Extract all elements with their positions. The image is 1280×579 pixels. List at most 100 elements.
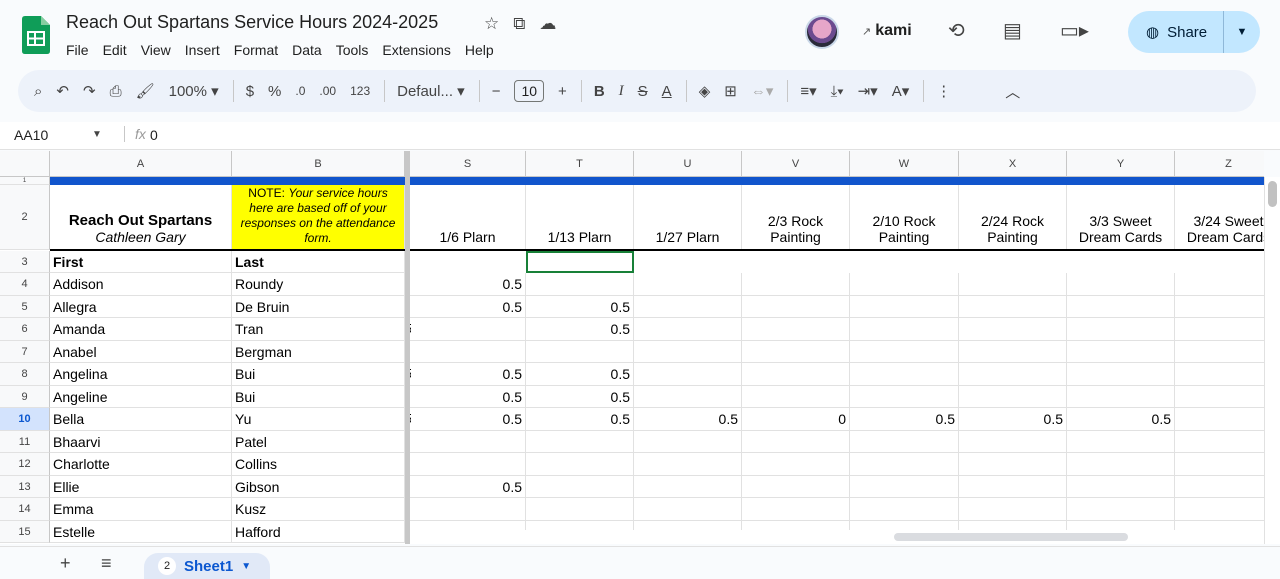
last-name-cell[interactable]: Patel xyxy=(232,430,405,453)
event-header-y[interactable]: 3/3 Sweet Dream Cards xyxy=(1067,185,1175,250)
hours-cell[interactable]: 0.5 xyxy=(410,363,526,386)
column-header-w[interactable]: W xyxy=(850,151,959,177)
hours-cell[interactable] xyxy=(1067,273,1175,296)
hours-cell[interactable] xyxy=(1175,408,1264,431)
last-name-cell[interactable]: Gibson xyxy=(232,475,405,498)
column-header-a[interactable]: A xyxy=(50,151,232,177)
row-header-11[interactable]: 11 xyxy=(0,430,50,453)
row-header-2[interactable]: 2 xyxy=(0,185,50,250)
hours-cell[interactable] xyxy=(742,453,850,476)
vertical-scrollbar[interactable] xyxy=(1264,177,1280,544)
first-name-cell[interactable]: Bhaarvi xyxy=(50,430,232,453)
hours-cell[interactable] xyxy=(1175,453,1264,476)
merge-cells-icon[interactable]: ⇔▾ xyxy=(751,82,774,100)
hours-cell[interactable] xyxy=(742,475,850,498)
select-all-corner[interactable] xyxy=(0,151,50,177)
horizontal-scrollbar[interactable] xyxy=(410,530,1264,544)
hours-cell[interactable] xyxy=(742,430,850,453)
add-sheet-button[interactable]: + xyxy=(60,553,71,574)
hours-cell[interactable] xyxy=(634,430,742,453)
row-header-10[interactable]: 10 xyxy=(0,408,50,431)
club-title-cell[interactable]: Reach Out Spartans Cathleen Gary xyxy=(50,185,232,250)
meet-icon[interactable]: ▭▸ xyxy=(1060,18,1089,43)
currency-format-button[interactable]: $ xyxy=(246,83,254,100)
row-header-7[interactable]: 7 xyxy=(0,340,50,363)
hours-cell[interactable] xyxy=(410,498,526,521)
increase-decimal-button[interactable]: .00 xyxy=(319,84,336,98)
menu-help[interactable]: Help xyxy=(465,40,494,60)
all-sheets-button[interactable]: ≡ xyxy=(101,553,112,574)
name-box[interactable]: AA10 xyxy=(14,127,48,143)
hours-cell[interactable] xyxy=(959,318,1067,341)
first-name-cell[interactable]: Bella xyxy=(50,408,232,431)
hours-cell[interactable] xyxy=(742,385,850,408)
hours-cell[interactable] xyxy=(634,498,742,521)
first-name-cell[interactable]: Amanda xyxy=(50,318,232,341)
hours-cell[interactable] xyxy=(959,295,1067,318)
hours-cell[interactable] xyxy=(850,340,959,363)
hours-cell[interactable] xyxy=(850,453,959,476)
hours-cell[interactable] xyxy=(410,340,526,363)
fill-color-icon[interactable]: ◈ xyxy=(699,82,711,100)
row-header-4[interactable]: 4 xyxy=(0,273,50,296)
hours-cell[interactable] xyxy=(1067,430,1175,453)
row-header-13[interactable]: 13 xyxy=(0,475,50,498)
kami-button[interactable]: ↗ kami xyxy=(862,22,912,40)
event-header-z[interactable]: 3/24 Sweet Dream Cards xyxy=(1175,185,1264,250)
menu-tools[interactable]: Tools xyxy=(336,40,369,60)
column-header-v[interactable]: V xyxy=(742,151,850,177)
hours-cell[interactable] xyxy=(1067,295,1175,318)
first-name-header[interactable]: First xyxy=(50,251,232,273)
chevron-down-icon[interactable]: ▼ xyxy=(241,561,251,572)
bold-button[interactable]: B xyxy=(594,83,605,100)
last-name-cell[interactable]: Yu xyxy=(232,408,405,431)
hours-cell[interactable]: 0.5 xyxy=(526,408,634,431)
hours-cell[interactable]: 0.5 xyxy=(410,295,526,318)
menu-insert[interactable]: Insert xyxy=(185,40,220,60)
active-cell-outline[interactable] xyxy=(526,251,634,273)
hours-cell[interactable]: 0.5 xyxy=(634,408,742,431)
last-name-cell[interactable]: Bui xyxy=(232,363,405,386)
hours-cell[interactable] xyxy=(959,273,1067,296)
hours-cell[interactable] xyxy=(959,430,1067,453)
menu-file[interactable]: File xyxy=(66,40,89,60)
event-header-w[interactable]: 2/10 Rock Painting xyxy=(850,185,959,250)
hours-cell[interactable] xyxy=(526,430,634,453)
hours-cell[interactable] xyxy=(526,273,634,296)
font-size-decrease-icon[interactable]: − xyxy=(492,83,501,100)
row-header-8[interactable]: 8 xyxy=(0,363,50,386)
hours-cell[interactable] xyxy=(959,475,1067,498)
hours-cell[interactable] xyxy=(634,363,742,386)
last-name-header[interactable]: Last xyxy=(232,251,405,273)
first-name-cell[interactable]: Emma xyxy=(50,498,232,521)
hours-cell[interactable] xyxy=(526,453,634,476)
first-name-cell[interactable]: Ellie xyxy=(50,475,232,498)
hours-cell[interactable]: 0.5 xyxy=(410,385,526,408)
sheets-logo-icon[interactable] xyxy=(22,16,50,54)
search-menus-icon[interactable]: ⌕ xyxy=(34,83,42,100)
menu-data[interactable]: Data xyxy=(292,40,322,60)
hours-cell[interactable] xyxy=(1067,340,1175,363)
paint-format-icon[interactable]: 🖌 xyxy=(136,82,155,100)
first-name-cell[interactable]: Charlotte xyxy=(50,453,232,476)
last-name-cell[interactable]: Kusz xyxy=(232,498,405,521)
text-rotation-icon[interactable]: A▾ xyxy=(892,82,910,100)
hours-cell[interactable] xyxy=(1067,385,1175,408)
hours-cell[interactable] xyxy=(1175,498,1264,521)
hours-cell[interactable] xyxy=(634,295,742,318)
menu-extensions[interactable]: Extensions xyxy=(382,40,450,60)
hours-cell[interactable] xyxy=(850,318,959,341)
hours-cell[interactable] xyxy=(850,498,959,521)
menu-format[interactable]: Format xyxy=(234,40,278,60)
text-wrapping-icon[interactable]: ⇥▾ xyxy=(858,82,878,100)
hours-cell[interactable]: 0.5 xyxy=(410,273,526,296)
event-header-x[interactable]: 2/24 Rock Painting xyxy=(959,185,1067,250)
horizontal-align-icon[interactable]: ≡▾ xyxy=(800,82,816,100)
sheet-tab[interactable]: 2 Sheet1 ▼ xyxy=(144,553,270,579)
row-header-14[interactable]: 14 xyxy=(0,498,50,521)
text-color-icon[interactable]: A xyxy=(662,83,672,100)
percent-format-button[interactable]: % xyxy=(268,83,281,100)
menu-view[interactable]: View xyxy=(141,40,171,60)
borders-icon[interactable]: ⊞ xyxy=(724,82,737,100)
undo-icon[interactable]: ↶ xyxy=(56,82,69,100)
